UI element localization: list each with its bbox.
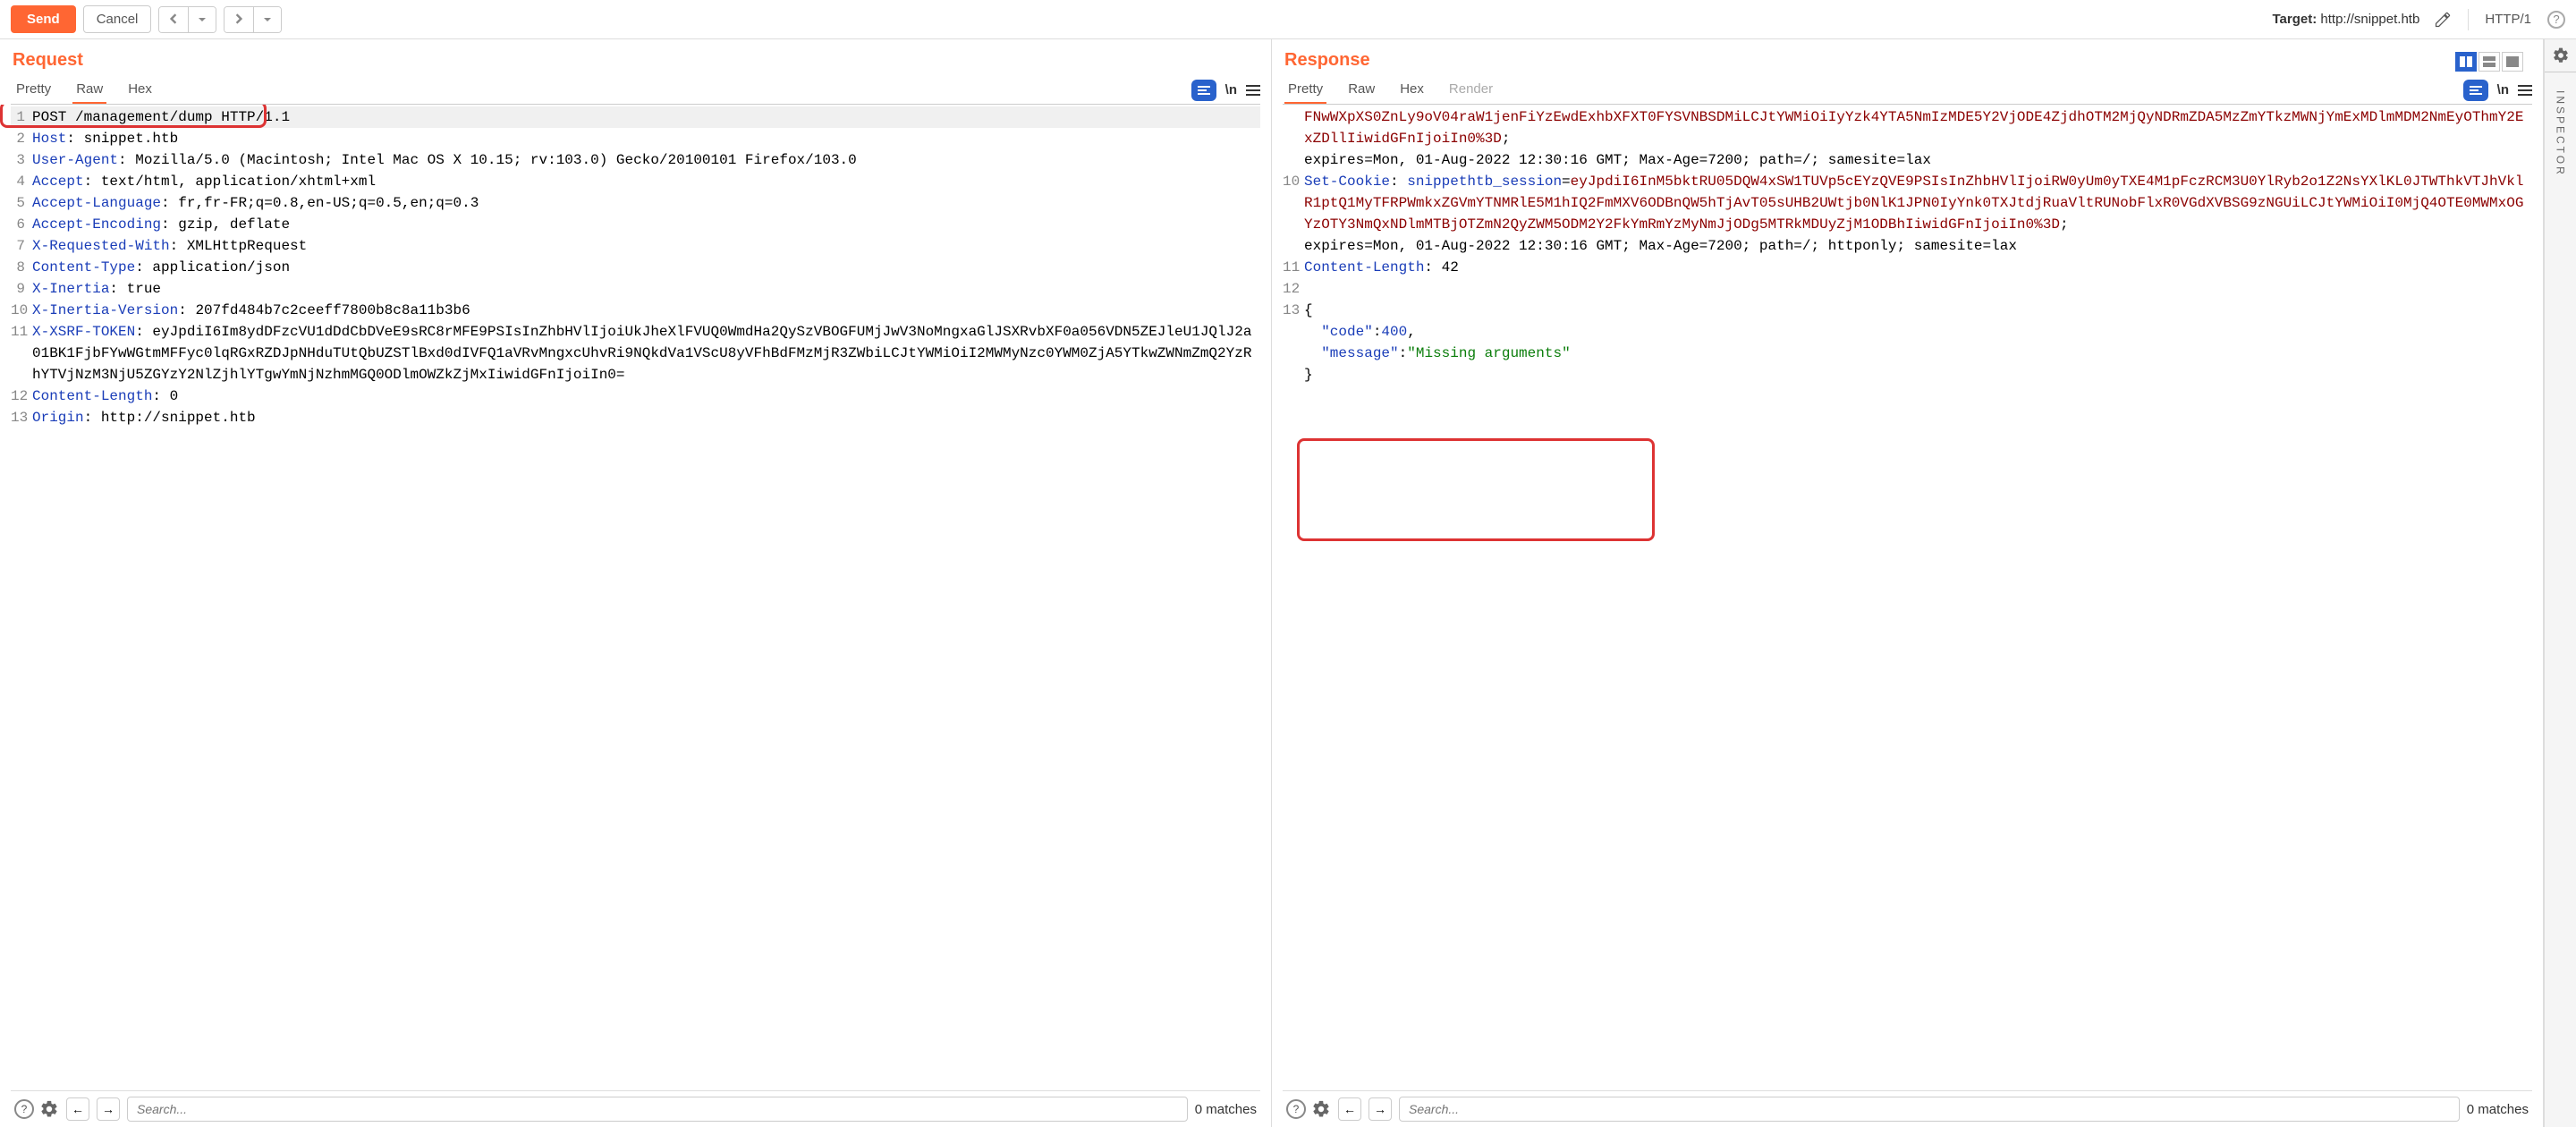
gear-icon[interactable] <box>2552 47 2570 64</box>
response-title: Response <box>1283 47 1372 76</box>
tab-pretty[interactable]: Pretty <box>1284 76 1326 104</box>
menu-icon[interactable] <box>1246 85 1260 96</box>
tab-pretty[interactable]: Pretty <box>13 76 55 104</box>
search-settings-icon[interactable] <box>1311 1099 1331 1119</box>
help-icon[interactable]: ? <box>2547 11 2565 29</box>
inspector-sidebar[interactable]: INSPECTOR <box>2544 39 2576 1127</box>
search-prev-button[interactable]: ← <box>66 1097 89 1121</box>
search-help-icon[interactable]: ? <box>1286 1099 1306 1119</box>
layout-stacked-icon[interactable] <box>2479 52 2500 72</box>
response-editor[interactable]: FNwWXpXS0ZnLy9oV04raW1jenFiYzEwdExhbXFXT… <box>1283 105 2532 1090</box>
tab-hex[interactable]: Hex <box>1396 76 1428 104</box>
tab-raw[interactable]: Raw <box>1344 76 1378 104</box>
search-input[interactable] <box>1399 1097 2460 1122</box>
search-matches: 0 matches <box>1195 1102 1257 1117</box>
http-version[interactable]: HTTP/1 <box>2485 12 2531 27</box>
search-settings-icon[interactable] <box>39 1099 59 1119</box>
history-back-dropdown[interactable] <box>189 7 216 32</box>
tab-hex[interactable]: Hex <box>124 76 156 104</box>
cancel-button[interactable]: Cancel <box>83 5 152 33</box>
history-back-group <box>158 6 216 33</box>
request-search-bar: ? ← → 0 matches <box>11 1090 1260 1127</box>
search-matches: 0 matches <box>2467 1102 2529 1117</box>
response-search-bar: ? ← → 0 matches <box>1283 1090 2532 1127</box>
inspector-label[interactable]: INSPECTOR <box>2555 90 2567 177</box>
history-fwd-dropdown[interactable] <box>254 7 281 32</box>
send-button[interactable]: Send <box>11 5 76 33</box>
search-prev-button[interactable]: ← <box>1338 1097 1361 1121</box>
actions-icon[interactable] <box>1191 80 1216 101</box>
request-pane: Request Pretty Raw Hex \n 1POST /managem… <box>0 39 1272 1127</box>
history-back-button[interactable] <box>159 7 189 32</box>
edit-target-icon[interactable] <box>2434 11 2452 29</box>
response-pane: Response Pretty Raw Hex Render \n <box>1272 39 2544 1127</box>
actions-icon[interactable] <box>2463 80 2488 101</box>
request-title: Request <box>11 47 1260 76</box>
layout-single-icon[interactable] <box>2502 52 2523 72</box>
newline-toggle-icon[interactable]: \n <box>2497 82 2509 97</box>
target-label: Target: http://snippet.htb <box>2272 12 2419 27</box>
history-fwd-group <box>224 6 282 33</box>
tab-raw[interactable]: Raw <box>72 76 106 104</box>
newline-toggle-icon[interactable]: \n <box>1225 82 1237 97</box>
top-toolbar: Send Cancel Target: http://snippet.htb H… <box>0 0 2576 39</box>
history-fwd-button[interactable] <box>225 7 254 32</box>
search-input[interactable] <box>127 1097 1188 1122</box>
search-next-button[interactable]: → <box>97 1097 120 1121</box>
layout-split-icon[interactable] <box>2455 52 2477 72</box>
request-editor[interactable]: 1POST /management/dump HTTP/1.12Host: sn… <box>11 105 1260 1090</box>
menu-icon[interactable] <box>2518 85 2532 96</box>
tab-render[interactable]: Render <box>1445 76 1496 104</box>
search-next-button[interactable]: → <box>1368 1097 1392 1121</box>
search-help-icon[interactable]: ? <box>14 1099 34 1119</box>
